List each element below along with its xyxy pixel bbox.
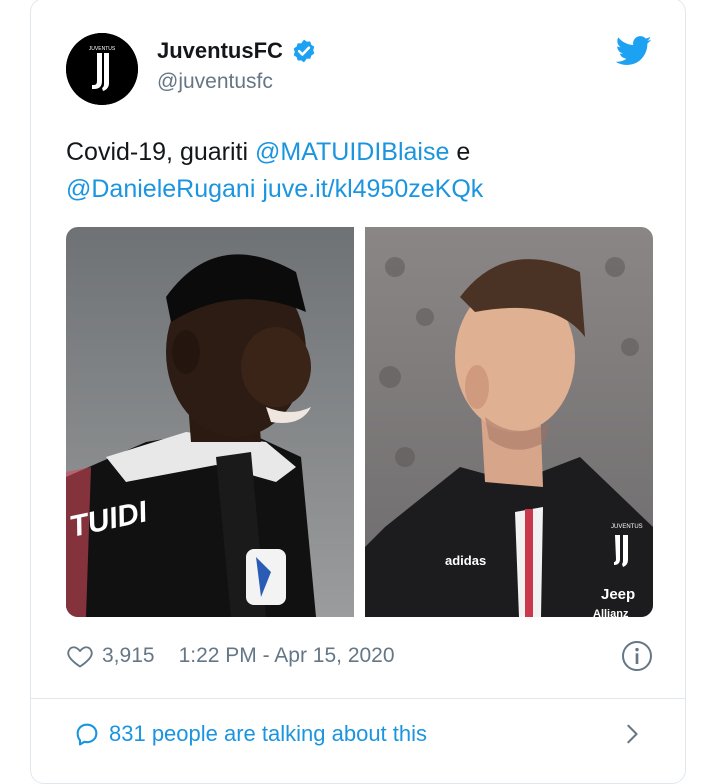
twitter-bird-icon[interactable]	[616, 36, 652, 66]
jeep-sponsor-text: Jeep	[601, 586, 635, 603]
tweet-text-middle: e	[449, 138, 471, 166]
chevron-right-icon[interactable]	[621, 723, 643, 745]
allianz-text: Allianz	[593, 608, 629, 617]
talking-count-text[interactable]: 831 people are talking about this	[109, 721, 427, 747]
like-count[interactable]: 3,915	[102, 644, 155, 668]
divider	[31, 698, 685, 699]
tweet-timestamp[interactable]: 1:22 PM - Apr 15, 2020	[179, 644, 395, 668]
speech-bubble-icon	[76, 723, 98, 746]
mention-matuidi-link[interactable]: @MATUIDIBlaise	[255, 138, 449, 166]
author-name-row[interactable]: JuventusFC	[157, 36, 317, 66]
tweet-text-prefix: Covid-19, guariti	[66, 138, 255, 166]
heart-icon[interactable]	[66, 642, 94, 670]
mention-rugani-link[interactable]: @DanieleRugani	[66, 175, 255, 203]
jacket-badge-text: JUVENTUS	[611, 524, 643, 530]
verified-badge-icon	[293, 39, 315, 63]
photo-matuidi[interactable]: TUIDI	[66, 227, 354, 617]
adidas-text: adidas	[445, 553, 486, 568]
conversation-link[interactable]: 831 people are talking about this	[73, 718, 653, 750]
tweet-media[interactable]: TUIDI adidas JUVENTUS Jeep Allianz	[66, 227, 653, 617]
tweet-meta-row: 3,915 1:22 PM - Apr 15, 2020	[66, 640, 653, 672]
tweet-url-link[interactable]: juve.it/kl4950zeKQk	[262, 175, 483, 203]
author-handle[interactable]: @juventusfc	[157, 70, 273, 94]
info-icon[interactable]	[621, 640, 653, 672]
photo-rugani[interactable]: adidas JUVENTUS Jeep Allianz	[365, 227, 653, 617]
tweet-text: Covid-19, guariti @MATUIDIBlaise e @Dani…	[66, 134, 666, 208]
svg-text:JUVENTUS: JUVENTUS	[89, 46, 116, 52]
juventus-logo-icon[interactable]: JUVENTUS	[66, 33, 138, 105]
display-name[interactable]: JuventusFC	[157, 38, 283, 64]
